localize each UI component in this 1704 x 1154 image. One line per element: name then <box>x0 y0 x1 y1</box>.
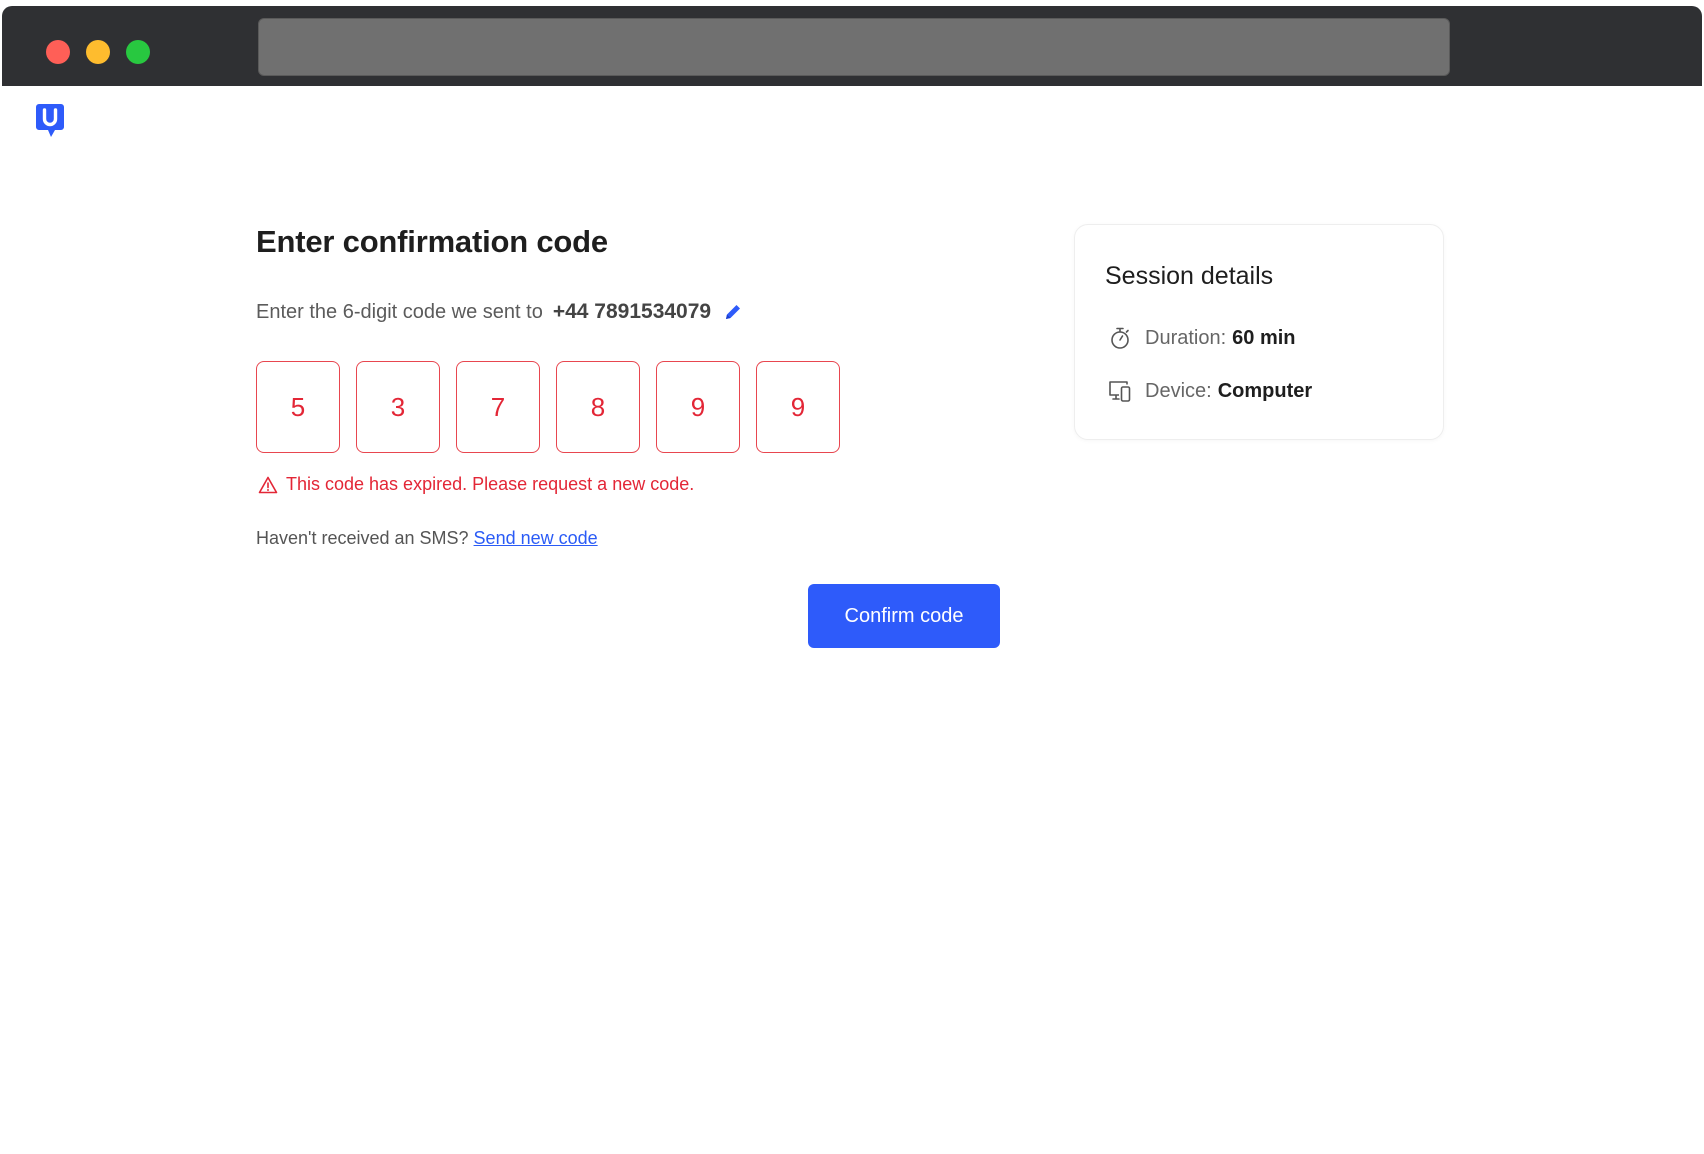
error-message: This code has expired. Please request a … <box>258 474 694 495</box>
page-title: Enter confirmation code <box>256 224 608 259</box>
device-label: Device: <box>1145 379 1212 402</box>
stopwatch-icon <box>1111 327 1129 349</box>
duration-row: Duration: 60 min <box>1107 325 1296 351</box>
duration-label: Duration: <box>1145 326 1227 349</box>
code-instruction: Enter the 6-digit code we sent to +44 78… <box>256 300 743 324</box>
pencil-icon[interactable] <box>723 302 743 322</box>
duration-value: 60 min <box>1232 326 1296 349</box>
error-text: This code has expired. Please request a … <box>286 474 695 494</box>
phone-number: +44 7891534079 <box>552 300 712 323</box>
code-digit-input-4[interactable] <box>556 361 640 453</box>
code-digit-input-2[interactable] <box>356 361 440 453</box>
code-input-group <box>256 361 840 453</box>
code-digit-input-1[interactable] <box>256 361 340 453</box>
devices-icon <box>1109 381 1131 402</box>
session-details-title: Session details <box>1105 262 1274 290</box>
session-details-card: Session details Duration: 60 min Device:… <box>1074 224 1444 440</box>
browser-titlebar <box>2 6 1702 86</box>
confirm-code-button[interactable]: Confirm code <box>808 584 1000 648</box>
warning-triangle-icon <box>258 476 278 493</box>
browser-window <box>2 6 1702 1152</box>
address-bar[interactable] <box>258 18 1450 76</box>
minimize-window-button[interactable] <box>86 40 110 64</box>
maximize-window-button[interactable] <box>126 40 150 64</box>
resend-row: Haven't received an SMS? Send new code <box>256 528 598 549</box>
instruction-text: Enter the 6-digit code we sent to <box>256 300 543 323</box>
brand-logo[interactable] <box>36 104 64 140</box>
code-digit-input-3[interactable] <box>456 361 540 453</box>
device-value: Computer <box>1217 379 1313 402</box>
code-digit-input-5[interactable] <box>656 361 740 453</box>
device-row: Device: Computer <box>1107 378 1312 404</box>
send-new-code-link[interactable]: Send new code <box>474 528 598 548</box>
resend-prompt: Haven't received an SMS? <box>256 528 469 548</box>
code-digit-input-6[interactable] <box>756 361 840 453</box>
close-window-button[interactable] <box>46 40 70 64</box>
